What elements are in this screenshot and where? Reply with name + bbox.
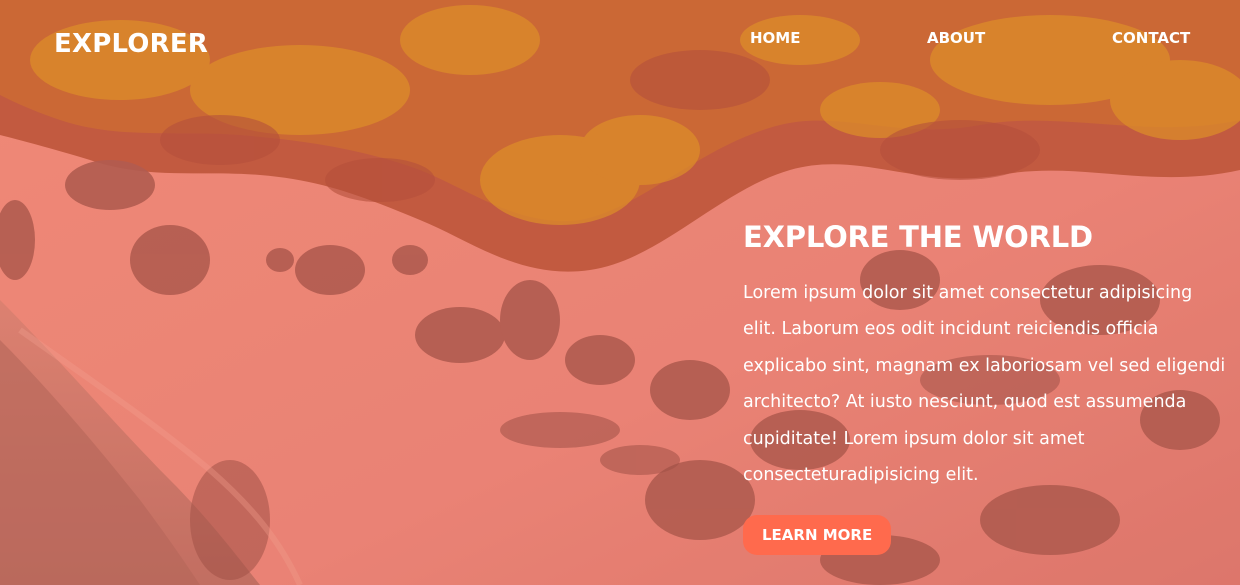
hero-headline: EXPLORE THE WORLD [743,220,1093,254]
learn-more-button[interactable]: LEARN MORE [743,515,892,556]
site-logo[interactable]: EXPLORER [54,29,208,59]
hero-description: Lorem ipsum dolor sit amet consectetur a… [743,283,1226,486]
top-navbar: EXPLORER HOME ABOUT CONTACT [0,0,1240,90]
nav-link-home[interactable]: HOME [750,29,800,47]
nav-link-contact[interactable]: CONTACT [1112,29,1190,47]
hero-section: EXPLORER HOME ABOUT CONTACT EXPLORE THE … [0,0,1240,585]
nav-link-about[interactable]: ABOUT [927,29,985,47]
hero-content: EXPLORE THE WORLD Lorem ipsum dolor sit … [743,218,1228,556]
